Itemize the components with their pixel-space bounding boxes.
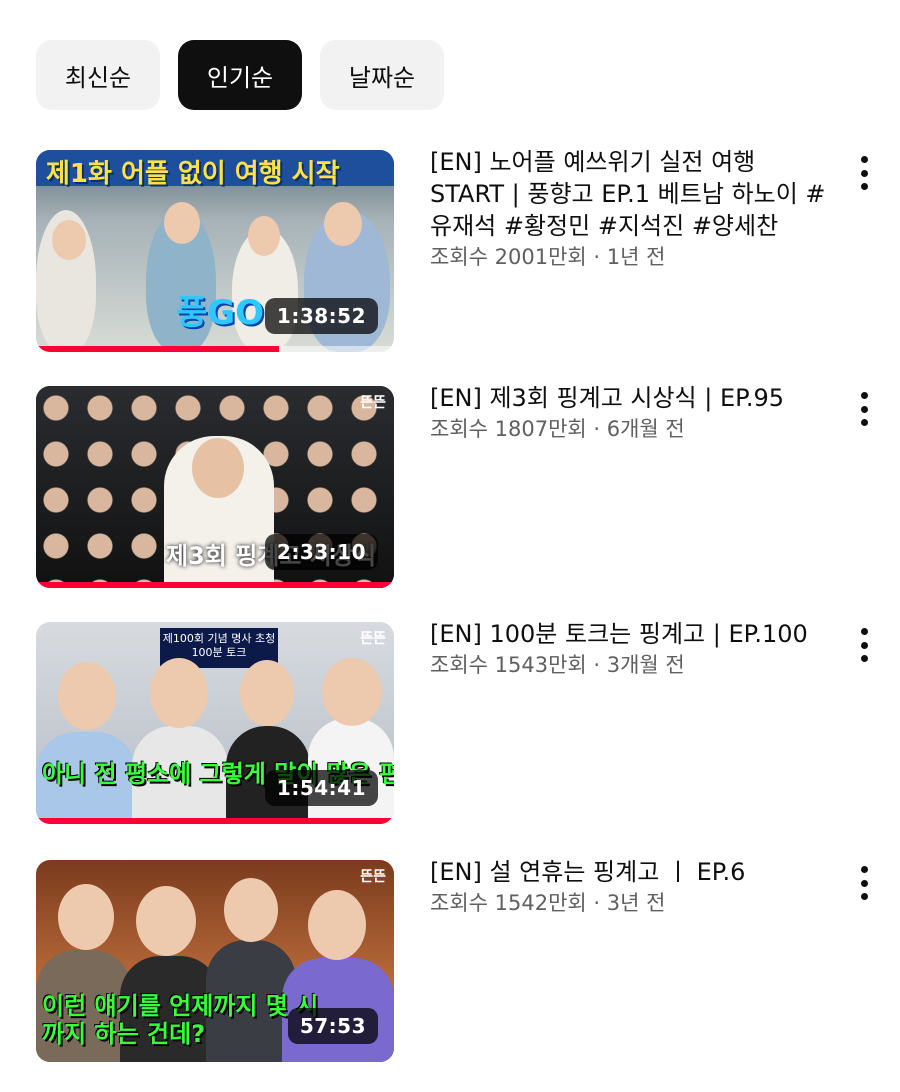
- video-title[interactable]: [EN] 설 연휴는 핑계고 ㅣ EP.6: [430, 856, 830, 888]
- watch-progress-bar: [36, 582, 394, 588]
- video-thumbnail[interactable]: 제3회 핑계고 시상식 뜬뜬 2:33:10: [36, 386, 394, 588]
- sort-chips: 최신순 인기순 날짜순: [36, 40, 444, 110]
- watch-progress-bar: [36, 346, 280, 352]
- video-title[interactable]: [EN] 제3회 핑계고 시상식 | EP.95: [430, 382, 830, 414]
- video-duration: 1:54:41: [264, 770, 378, 806]
- video-item-2[interactable]: 제3회 핑계고 시상식 뜬뜬 2:33:10 [EN] 제3회 핑계고 시상식 …: [36, 384, 868, 588]
- more-options-icon[interactable]: [852, 628, 876, 662]
- video-duration: 2:33:10: [264, 534, 378, 570]
- more-options-icon[interactable]: [852, 156, 876, 190]
- chip-popular[interactable]: 인기순: [178, 40, 302, 110]
- chip-latest[interactable]: 최신순: [36, 40, 160, 110]
- thumbnail-banner: 제1화 어플 없이 여행 시작: [36, 150, 394, 189]
- video-thumbnail[interactable]: 제1화 어플 없이 여행 시작 풍GO 1:38:52: [36, 150, 394, 352]
- video-thumbnail[interactable]: 이런 얘기를 언제까지 몇 시까지 하는 건데? 뜬뜬 57:53: [36, 860, 394, 1062]
- video-meta: 조회수 1543만회 · 3개월 전: [430, 653, 685, 677]
- video-duration: 57:53: [287, 1008, 378, 1044]
- watch-progress-bar: [36, 818, 394, 824]
- more-options-icon[interactable]: [852, 392, 876, 426]
- video-thumbnail[interactable]: 제100회 기념 명사 초청 100분 토크 아니 전 평소에 그렇게 말이 많…: [36, 622, 394, 824]
- video-meta: 조회수 1542만회 · 3년 전: [430, 891, 666, 915]
- video-duration: 1:38:52: [264, 298, 378, 334]
- video-item-3[interactable]: 제100회 기념 명사 초청 100분 토크 아니 전 평소에 그렇게 말이 많…: [36, 620, 868, 824]
- video-title[interactable]: [EN] 100분 토크는 핑계고 | EP.100: [430, 618, 830, 650]
- video-item-1[interactable]: 제1화 어플 없이 여행 시작 풍GO 1:38:52 [EN] 노어플 예쓰위…: [36, 148, 868, 352]
- video-item-4[interactable]: 이런 얘기를 언제까지 몇 시까지 하는 건데? 뜬뜬 57:53 [EN] 설…: [36, 858, 868, 1062]
- more-options-icon[interactable]: [852, 866, 876, 900]
- video-title[interactable]: [EN] 노어플 예쓰위기 실전 여행 START | 풍향고 EP.1 베트남…: [430, 146, 830, 242]
- video-meta: 조회수 2001만회 · 1년 전: [430, 245, 666, 269]
- chip-date[interactable]: 날짜순: [320, 40, 444, 110]
- video-meta: 조회수 1807만회 · 6개월 전: [430, 417, 685, 441]
